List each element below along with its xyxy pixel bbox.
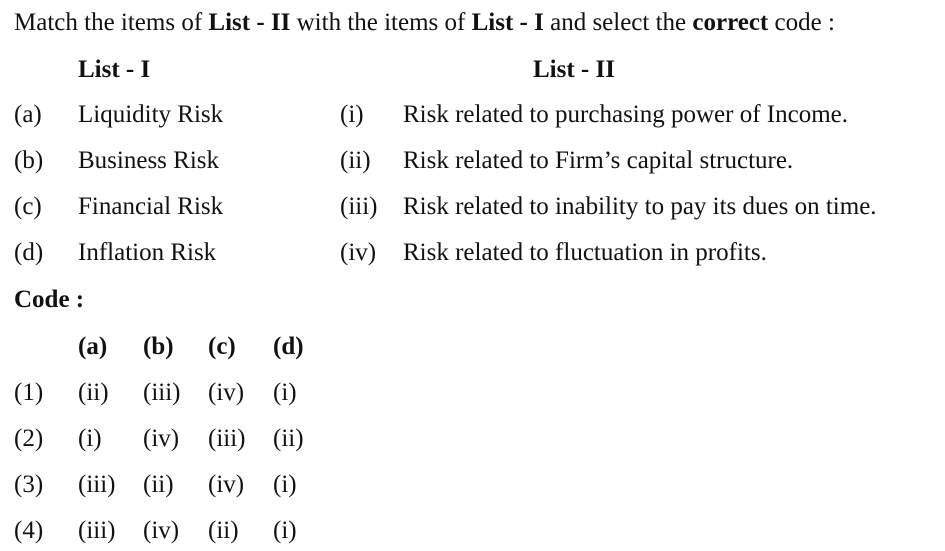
option-number: (2) xyxy=(14,425,44,452)
question-text: Match the items of List - II with the it… xyxy=(14,10,835,35)
list-1-item: Business Risk xyxy=(78,147,220,174)
code-header: (b) xyxy=(143,333,174,360)
option-value: (ii) xyxy=(208,517,239,544)
option-number: (4) xyxy=(14,517,44,544)
option-value: (iv) xyxy=(208,379,245,406)
option-value: (iv) xyxy=(143,517,180,544)
option-value: (i) xyxy=(78,425,102,452)
option-value: (i) xyxy=(273,379,297,406)
option-value: (iii) xyxy=(78,471,116,498)
question-part-bold: List - II xyxy=(208,9,291,36)
list-2-item: Risk related to fluctuation in profits. xyxy=(403,239,767,266)
list-2-header: List - II xyxy=(533,56,615,83)
option-value: (ii) xyxy=(273,425,304,452)
option-number: (1) xyxy=(14,379,44,406)
question-part-bold: correct xyxy=(692,9,769,36)
list-1-item: Inflation Risk xyxy=(78,239,217,266)
list-2-item: Risk related to inability to pay its due… xyxy=(403,193,877,220)
option-value: (ii) xyxy=(78,379,109,406)
list-1-item: Liquidity Risk xyxy=(78,101,224,128)
list-1-header: List - I xyxy=(78,56,151,83)
option-value: (iii) xyxy=(208,425,246,452)
option-value: (iii) xyxy=(78,517,116,544)
list-2-item: Risk related to purchasing power of Inco… xyxy=(403,101,849,128)
list-1-item: Financial Risk xyxy=(78,193,224,220)
option-value: (i) xyxy=(273,471,297,498)
list-1-label: (b) xyxy=(14,147,44,174)
list-2-item: Risk related to Firm’s capital structure… xyxy=(403,147,794,174)
list-1-label: (a) xyxy=(14,101,42,128)
code-header: (c) xyxy=(208,333,236,360)
list-2-label: (i) xyxy=(340,101,364,128)
option-value: (ii) xyxy=(143,471,174,498)
question-part: Match the items of xyxy=(14,9,209,36)
code-label: Code : xyxy=(14,286,85,313)
question-part: code : xyxy=(768,9,835,36)
question-part: with the items of xyxy=(290,9,472,36)
option-value: (i) xyxy=(273,517,297,544)
list-2-label: (ii) xyxy=(340,147,371,174)
list-2-label: (iv) xyxy=(340,239,377,266)
list-1-label: (d) xyxy=(14,239,44,266)
list-1-label: (c) xyxy=(14,193,42,220)
option-number: (3) xyxy=(14,471,44,498)
option-value: (iii) xyxy=(143,379,181,406)
option-value: (iv) xyxy=(143,425,180,452)
question-part-bold: List - I xyxy=(471,9,544,36)
question-part: and select the xyxy=(543,9,693,36)
code-header: (d) xyxy=(273,333,304,360)
code-header: (a) xyxy=(78,333,108,360)
option-value: (iv) xyxy=(208,471,245,498)
list-2-label: (iii) xyxy=(340,193,378,220)
